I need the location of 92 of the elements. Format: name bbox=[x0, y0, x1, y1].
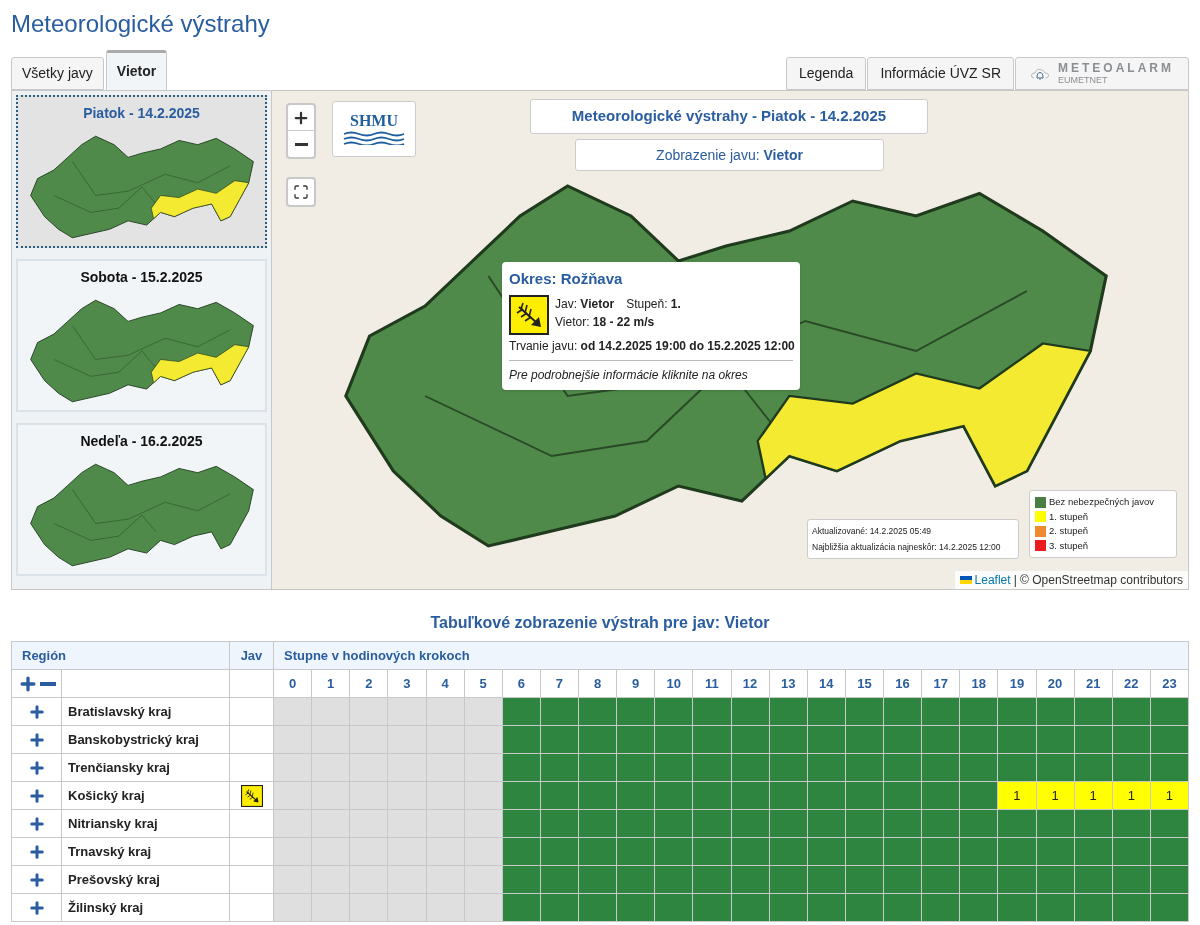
legend-label: 1. stupeň bbox=[1049, 509, 1089, 524]
hour-header: 5 bbox=[464, 669, 503, 698]
flag-icon bbox=[959, 576, 972, 584]
region-cell: Nitriansky kraj bbox=[61, 809, 230, 838]
expand-row-button[interactable] bbox=[27, 703, 46, 722]
plus-icon bbox=[27, 787, 46, 806]
header-tab-button[interactable]: Legenda bbox=[785, 57, 867, 90]
plus-icon bbox=[27, 899, 46, 918]
leaflet-link[interactable]: Leaflet bbox=[974, 571, 1011, 589]
wind-warning-icon bbox=[509, 294, 549, 335]
hour-header: 8 bbox=[578, 669, 617, 698]
hour-header: 22 bbox=[1112, 669, 1151, 698]
fullscreen-icon bbox=[293, 184, 309, 200]
region-cell: Banskobystrický kraj bbox=[61, 725, 230, 754]
popup-title: Okres: Rožňava bbox=[509, 269, 624, 289]
hour-header: 17 bbox=[921, 669, 960, 698]
table-title: Tabuľkové zobrazenie výstrah pre jav: Vietor bbox=[429, 613, 771, 633]
hour-header: 10 bbox=[654, 669, 693, 698]
plus-icon bbox=[27, 731, 46, 750]
plus-icon bbox=[27, 843, 46, 862]
plus-icon bbox=[27, 871, 46, 890]
day-title: Nedeľa - 16.2.2025 bbox=[80, 432, 203, 451]
hour-header: 11 bbox=[692, 669, 731, 698]
legend-label: 3. stupeň bbox=[1049, 538, 1089, 553]
expand-row-button[interactable] bbox=[27, 731, 46, 750]
region-cell: Košický kraj bbox=[61, 781, 230, 810]
hour-header: 16 bbox=[883, 669, 922, 698]
group-heading: Jav bbox=[240, 646, 263, 665]
plus-icon bbox=[27, 759, 46, 778]
expand-row-button[interactable] bbox=[27, 843, 46, 862]
day-card[interactable]: Nedeľa - 16.2.2025 bbox=[16, 423, 267, 576]
plus-icon bbox=[27, 815, 46, 834]
logo-subtitle: EUMETNET bbox=[1058, 76, 1109, 85]
map-subtitle: Zobrazenie javu: Vietor bbox=[575, 139, 884, 171]
minus-icon bbox=[40, 681, 56, 686]
expand-row-button[interactable] bbox=[27, 759, 46, 778]
wind-warning-icon bbox=[240, 784, 263, 807]
collapse-all-button[interactable] bbox=[38, 681, 56, 686]
hour-header: 12 bbox=[731, 669, 770, 698]
hour-header: 15 bbox=[845, 669, 884, 698]
popup-wind-speed: Vietor: 18 - 22 m/s bbox=[555, 313, 656, 331]
hour-header: 3 bbox=[387, 669, 426, 698]
attribution-text: | © OpenStreetmap contributors bbox=[1013, 572, 1183, 589]
map-title: Meteorologické výstrahy - Piatok - 14.2.2025 bbox=[530, 99, 928, 134]
group-heading: Región bbox=[22, 646, 67, 665]
day-card[interactable]: Piatok - 14.2.2025 bbox=[16, 95, 267, 248]
minus-icon bbox=[294, 142, 308, 146]
day-card[interactable]: Sobota - 15.2.2025 bbox=[16, 259, 267, 412]
hour-header: 14 bbox=[807, 669, 846, 698]
legend-label: Bez nebezpečných javov bbox=[1049, 495, 1155, 509]
group-heading: Stupne v hodinových krokoch bbox=[284, 646, 470, 665]
region-cell: Prešovský kraj bbox=[61, 865, 230, 894]
tab[interactable]: Všetky javy bbox=[11, 57, 104, 90]
popup-grade: Stupeň: 1. bbox=[626, 295, 681, 313]
region-cell: Žilinský kraj bbox=[61, 893, 230, 922]
plus-icon bbox=[27, 703, 46, 722]
hour-header: 19 bbox=[997, 669, 1036, 698]
hour-header: 7 bbox=[540, 669, 579, 698]
hour-header: 2 bbox=[349, 669, 388, 698]
logo-title: METEOALARM bbox=[1058, 62, 1174, 74]
hour-header: 13 bbox=[769, 669, 808, 698]
hour-header: 1 bbox=[311, 669, 350, 698]
updated-text: Aktualizované: 14.2.2025 05:49 bbox=[812, 525, 933, 538]
tab[interactable]: Vietor bbox=[105, 50, 168, 90]
hour-header: 6 bbox=[502, 669, 541, 698]
hour-header: 0 bbox=[273, 669, 312, 698]
legend-label: 2. stupeň bbox=[1049, 524, 1089, 538]
fullscreen-button[interactable] bbox=[286, 177, 316, 207]
day-title: Sobota - 15.2.2025 bbox=[80, 268, 203, 287]
region-cell: Bratislavský kraj bbox=[61, 697, 230, 726]
hour-header: 21 bbox=[1074, 669, 1113, 698]
region-cell: Trnavský kraj bbox=[61, 837, 230, 866]
hour-header: 4 bbox=[426, 669, 465, 698]
popup-note: Pre podrobnejšie informácie kliknite na okres bbox=[509, 366, 749, 384]
region-cell: Trenčiansky kraj bbox=[61, 753, 230, 782]
page-title: Meteorologické výstrahy bbox=[10, 9, 271, 39]
hour-header: 9 bbox=[616, 669, 655, 698]
shmu-logo[interactable]: SHMU bbox=[332, 101, 416, 157]
expand-row-button[interactable] bbox=[27, 815, 46, 834]
hour-header: 20 bbox=[1036, 669, 1075, 698]
expand-row-button[interactable] bbox=[27, 871, 46, 890]
hour-header: 18 bbox=[959, 669, 998, 698]
hour-header: 23 bbox=[1150, 669, 1189, 698]
day-title: Piatok - 14.2.2025 bbox=[83, 104, 200, 123]
expand-row-button[interactable] bbox=[27, 899, 46, 918]
expand-row-button[interactable] bbox=[27, 787, 46, 806]
popup-phenomenon: Jav: Vietor bbox=[555, 295, 615, 313]
header-tab-button[interactable]: Informácie ÚVZ SR bbox=[867, 57, 1014, 90]
popup-duration: Trvanie javu: od 14.2.2025 19:00 do 15.2.2025 12:00 bbox=[509, 337, 793, 355]
logo-text: SHMU bbox=[350, 113, 398, 129]
next-update-text: Najbližšia aktualizácia najneskôr: 14.2.2025 12:00 bbox=[812, 541, 1002, 554]
waves-icon bbox=[343, 131, 405, 145]
